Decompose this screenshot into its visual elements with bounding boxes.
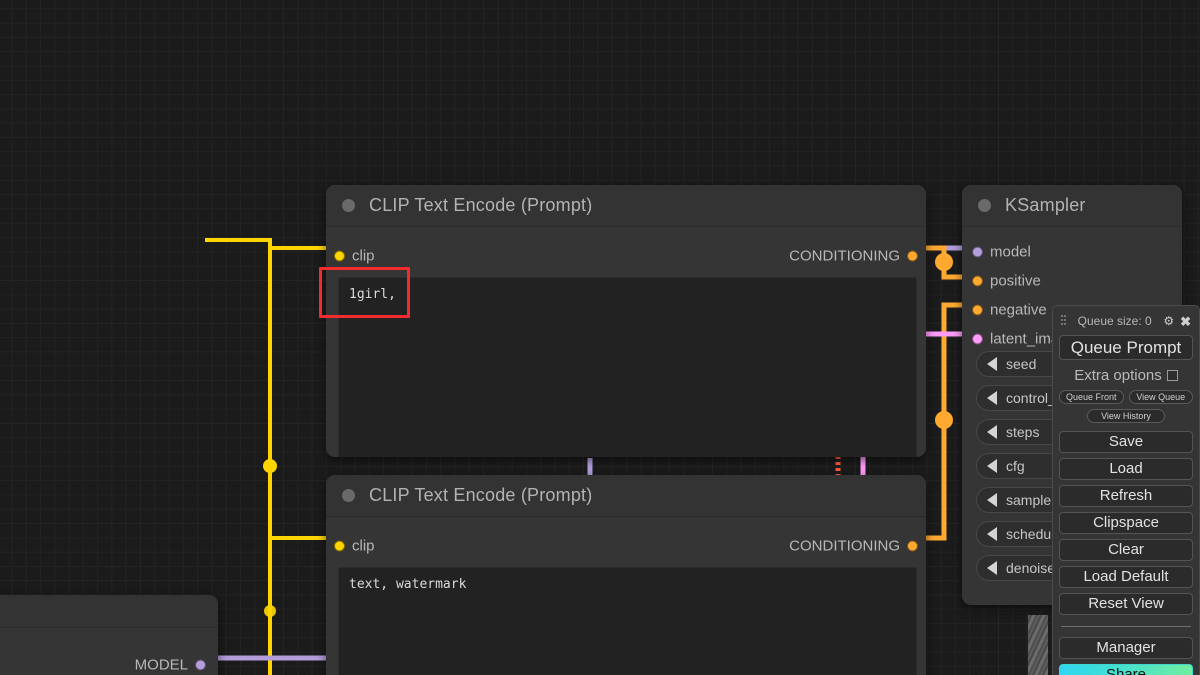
- widget-seed-label: seed: [1006, 356, 1037, 372]
- output-slot-model-label: MODEL: [134, 656, 188, 674]
- view-queue-button[interactable]: View Queue: [1128, 390, 1193, 404]
- save-button[interactable]: Save: [1059, 431, 1193, 453]
- input-slot-clip-label: clip: [352, 247, 375, 265]
- graph-canvas[interactable]: CLIP Text Encode (Prompt) clip CONDITION…: [0, 0, 1200, 675]
- node-collapse-icon[interactable]: [978, 199, 991, 212]
- prompt-textarea-negative[interactable]: text, watermark: [338, 567, 917, 675]
- output-slot-conditioning[interactable]: [907, 250, 918, 262]
- input-slot-negative-label: negative: [990, 301, 1047, 319]
- queue-front-button[interactable]: Queue Front: [1059, 390, 1124, 404]
- node-clip-text-encode-positive[interactable]: CLIP Text Encode (Prompt) clip CONDITION…: [326, 185, 926, 457]
- link-dot-clip: [263, 459, 277, 473]
- history-row: View History: [1059, 409, 1193, 423]
- chevron-left-icon[interactable]: [987, 527, 997, 541]
- chevron-left-icon[interactable]: [987, 459, 997, 473]
- input-slot-latent-image[interactable]: [972, 333, 983, 345]
- reset-view-button[interactable]: Reset View: [1059, 593, 1193, 615]
- widget-cfg-label: cfg: [1006, 458, 1025, 474]
- node-title-bar[interactable]: CLIP Text Encode (Prompt): [326, 475, 926, 517]
- node-checkpoint-loader[interactable]: MODEL: [0, 595, 218, 675]
- node-collapse-icon[interactable]: [342, 489, 355, 502]
- node-title-bar[interactable]: KSampler: [962, 185, 1182, 227]
- output-slot-conditioning-label: CONDITIONING: [789, 247, 900, 265]
- output-slot-conditioning-label: CONDITIONING: [789, 537, 900, 555]
- input-slot-positive[interactable]: [972, 275, 983, 287]
- comfy-menu-panel[interactable]: Queue size: 0 ⚙ ✖ Queue Prompt Extra opt…: [1052, 305, 1200, 675]
- image-preview-strip: [1028, 615, 1048, 675]
- input-slot-clip[interactable]: [334, 540, 345, 552]
- widget-denoise-label: denoise: [1006, 560, 1056, 576]
- node-collapse-icon[interactable]: [342, 199, 355, 212]
- prompt-textarea-positive[interactable]: 1girl,: [338, 277, 917, 457]
- input-slot-positive-label: positive: [990, 272, 1041, 290]
- queue-size-label: Queue size: 0: [1077, 314, 1152, 328]
- node-title-label: CLIP Text Encode (Prompt): [369, 195, 593, 215]
- menu-divider: [1061, 626, 1191, 627]
- chevron-left-icon[interactable]: [987, 391, 997, 405]
- node-clip-text-encode-negative[interactable]: CLIP Text Encode (Prompt) clip CONDITION…: [326, 475, 926, 675]
- chevron-left-icon[interactable]: [987, 357, 997, 371]
- widget-steps-label: steps: [1006, 424, 1040, 440]
- clipspace-button[interactable]: Clipspace: [1059, 512, 1193, 534]
- chevron-left-icon[interactable]: [987, 561, 997, 575]
- node-title-label: KSampler: [1005, 195, 1086, 215]
- link-dot-negative: [935, 411, 953, 429]
- node-title-bar[interactable]: CLIP Text Encode (Prompt): [326, 185, 926, 227]
- node-title-label: CLIP Text Encode (Prompt): [369, 485, 593, 505]
- link-dot-positive: [935, 253, 953, 271]
- node-slots-row: MODEL: [0, 648, 218, 675]
- input-slot-negative[interactable]: [972, 304, 983, 316]
- node-slots-row: clip CONDITIONING: [326, 529, 926, 563]
- chevron-left-icon[interactable]: [987, 425, 997, 439]
- input-slot-model[interactable]: [972, 246, 983, 258]
- menu-header: Queue size: 0 ⚙ ✖: [1059, 312, 1193, 330]
- manager-button[interactable]: Manager: [1059, 637, 1193, 659]
- chevron-left-icon[interactable]: [987, 493, 997, 507]
- extra-options-label: Extra options: [1074, 366, 1162, 384]
- queue-actions-row: Queue Front View Queue: [1059, 390, 1193, 404]
- input-slot-clip[interactable]: [334, 250, 345, 262]
- queue-prompt-button[interactable]: Queue Prompt: [1059, 335, 1193, 360]
- drag-handle-icon[interactable]: [1061, 315, 1066, 327]
- input-slot-model-label: model: [990, 243, 1031, 261]
- load-default-button[interactable]: Load Default: [1059, 566, 1193, 588]
- node-slots-row: clip CONDITIONING: [326, 239, 926, 273]
- gear-icon[interactable]: ⚙: [1163, 315, 1174, 327]
- output-slot-model[interactable]: [195, 659, 206, 671]
- output-slot-conditioning[interactable]: [907, 540, 918, 552]
- extra-options-row[interactable]: Extra options: [1059, 365, 1193, 385]
- view-history-button[interactable]: View History: [1087, 409, 1165, 423]
- node-title-bar[interactable]: [0, 595, 218, 628]
- refresh-button[interactable]: Refresh: [1059, 485, 1193, 507]
- input-slot-clip-label: clip: [352, 537, 375, 555]
- share-button[interactable]: Share: [1059, 664, 1193, 675]
- extra-options-checkbox[interactable]: [1166, 369, 1178, 381]
- link-dot-clip-2: [264, 605, 276, 617]
- clear-button[interactable]: Clear: [1059, 539, 1193, 561]
- close-icon[interactable]: ✖: [1180, 315, 1191, 328]
- load-button[interactable]: Load: [1059, 458, 1193, 480]
